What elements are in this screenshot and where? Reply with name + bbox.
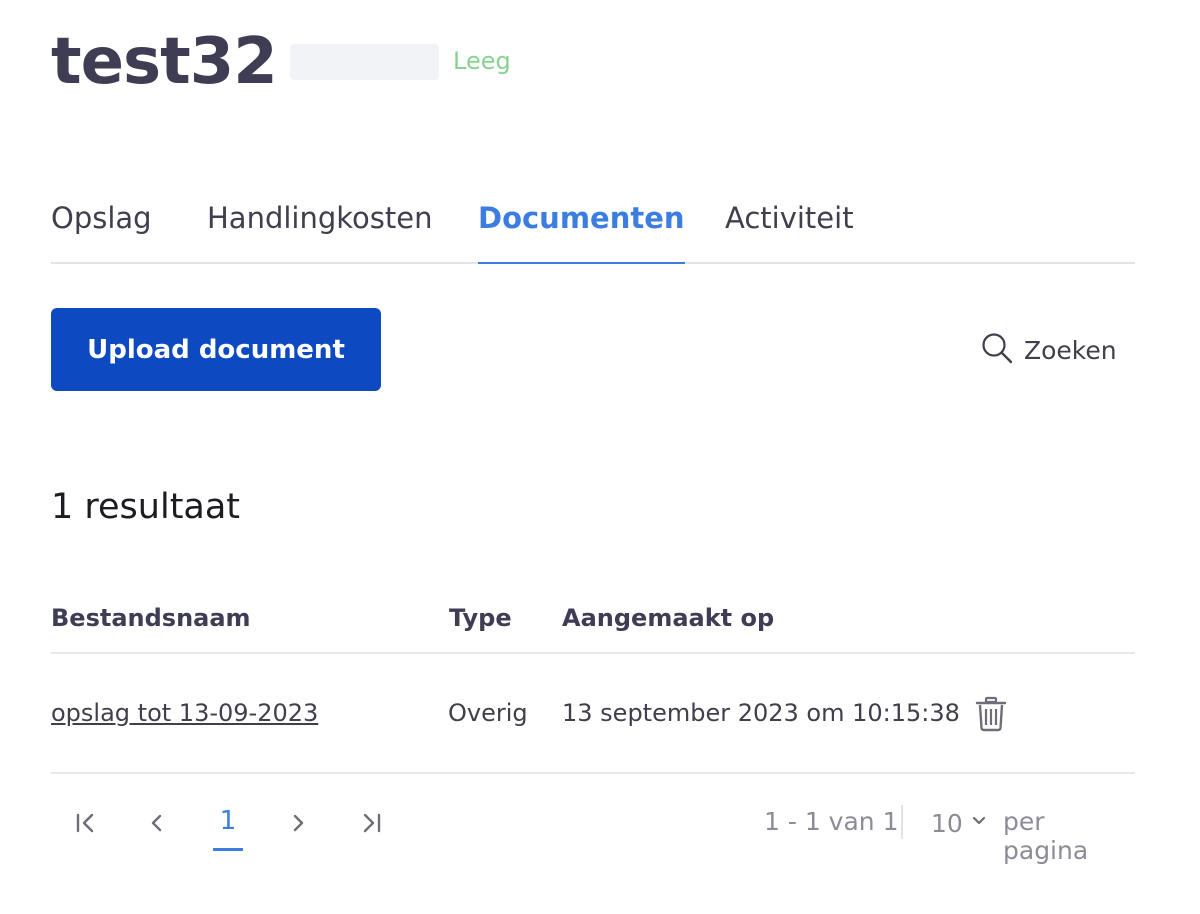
pagination-range: 1 - 1 van 1 xyxy=(764,807,899,836)
documents-table: Bestandsnaam Type Aangemaakt op opslag t… xyxy=(51,590,1135,774)
document-page: test32 Leeg Opslag Handlingkosten Docume… xyxy=(0,0,1200,914)
document-type: Overig xyxy=(448,699,528,727)
first-page-icon[interactable] xyxy=(66,803,106,843)
status-badge: Leeg xyxy=(453,47,511,75)
column-header-type[interactable]: Type xyxy=(449,604,512,632)
last-page-icon[interactable] xyxy=(351,803,391,843)
search-icon xyxy=(980,331,1014,369)
chevron-down-icon xyxy=(963,811,989,835)
upload-document-button[interactable]: Upload document xyxy=(51,308,381,391)
prev-page-icon[interactable] xyxy=(137,803,177,843)
search-button[interactable]: Zoeken xyxy=(980,330,1117,370)
column-header-aangemaakt-op[interactable]: Aangemaakt op xyxy=(562,604,774,632)
page-size-value: 10 xyxy=(931,808,963,838)
next-page-icon[interactable] xyxy=(278,803,318,843)
tab-activiteit[interactable]: Activiteit xyxy=(725,190,854,262)
page-size-select[interactable]: 10 xyxy=(931,803,989,843)
pagination: 1 1 - 1 van 1 10 per pagina xyxy=(51,795,1135,865)
tab-documenten[interactable]: Documenten xyxy=(478,190,685,264)
page-number-current[interactable]: 1 xyxy=(213,801,243,851)
table-row: opslag tot 13-09-2023 Overig 13 septembe… xyxy=(51,654,1135,774)
pagination-divider xyxy=(901,805,903,839)
tab-opslag[interactable]: Opslag xyxy=(51,190,152,262)
tab-handlingkosten[interactable]: Handlingkosten xyxy=(207,190,432,262)
tab-bar: Opslag Handlingkosten Documenten Activit… xyxy=(51,190,1135,264)
title-placeholder-block xyxy=(290,44,439,80)
document-filename-link[interactable]: opslag tot 13-09-2023 xyxy=(51,699,318,727)
column-header-bestandsnaam[interactable]: Bestandsnaam xyxy=(51,604,251,632)
document-created-date: 13 september 2023 om 10:15:38 xyxy=(562,699,960,727)
result-count: 1 resultaat xyxy=(51,487,241,527)
page-title: test32 xyxy=(51,25,278,99)
table-header: Bestandsnaam Type Aangemaakt op xyxy=(51,590,1135,654)
per-page-label: per pagina xyxy=(1003,807,1089,865)
search-label: Zoeken xyxy=(1024,335,1117,365)
trash-icon[interactable] xyxy=(974,696,1008,732)
